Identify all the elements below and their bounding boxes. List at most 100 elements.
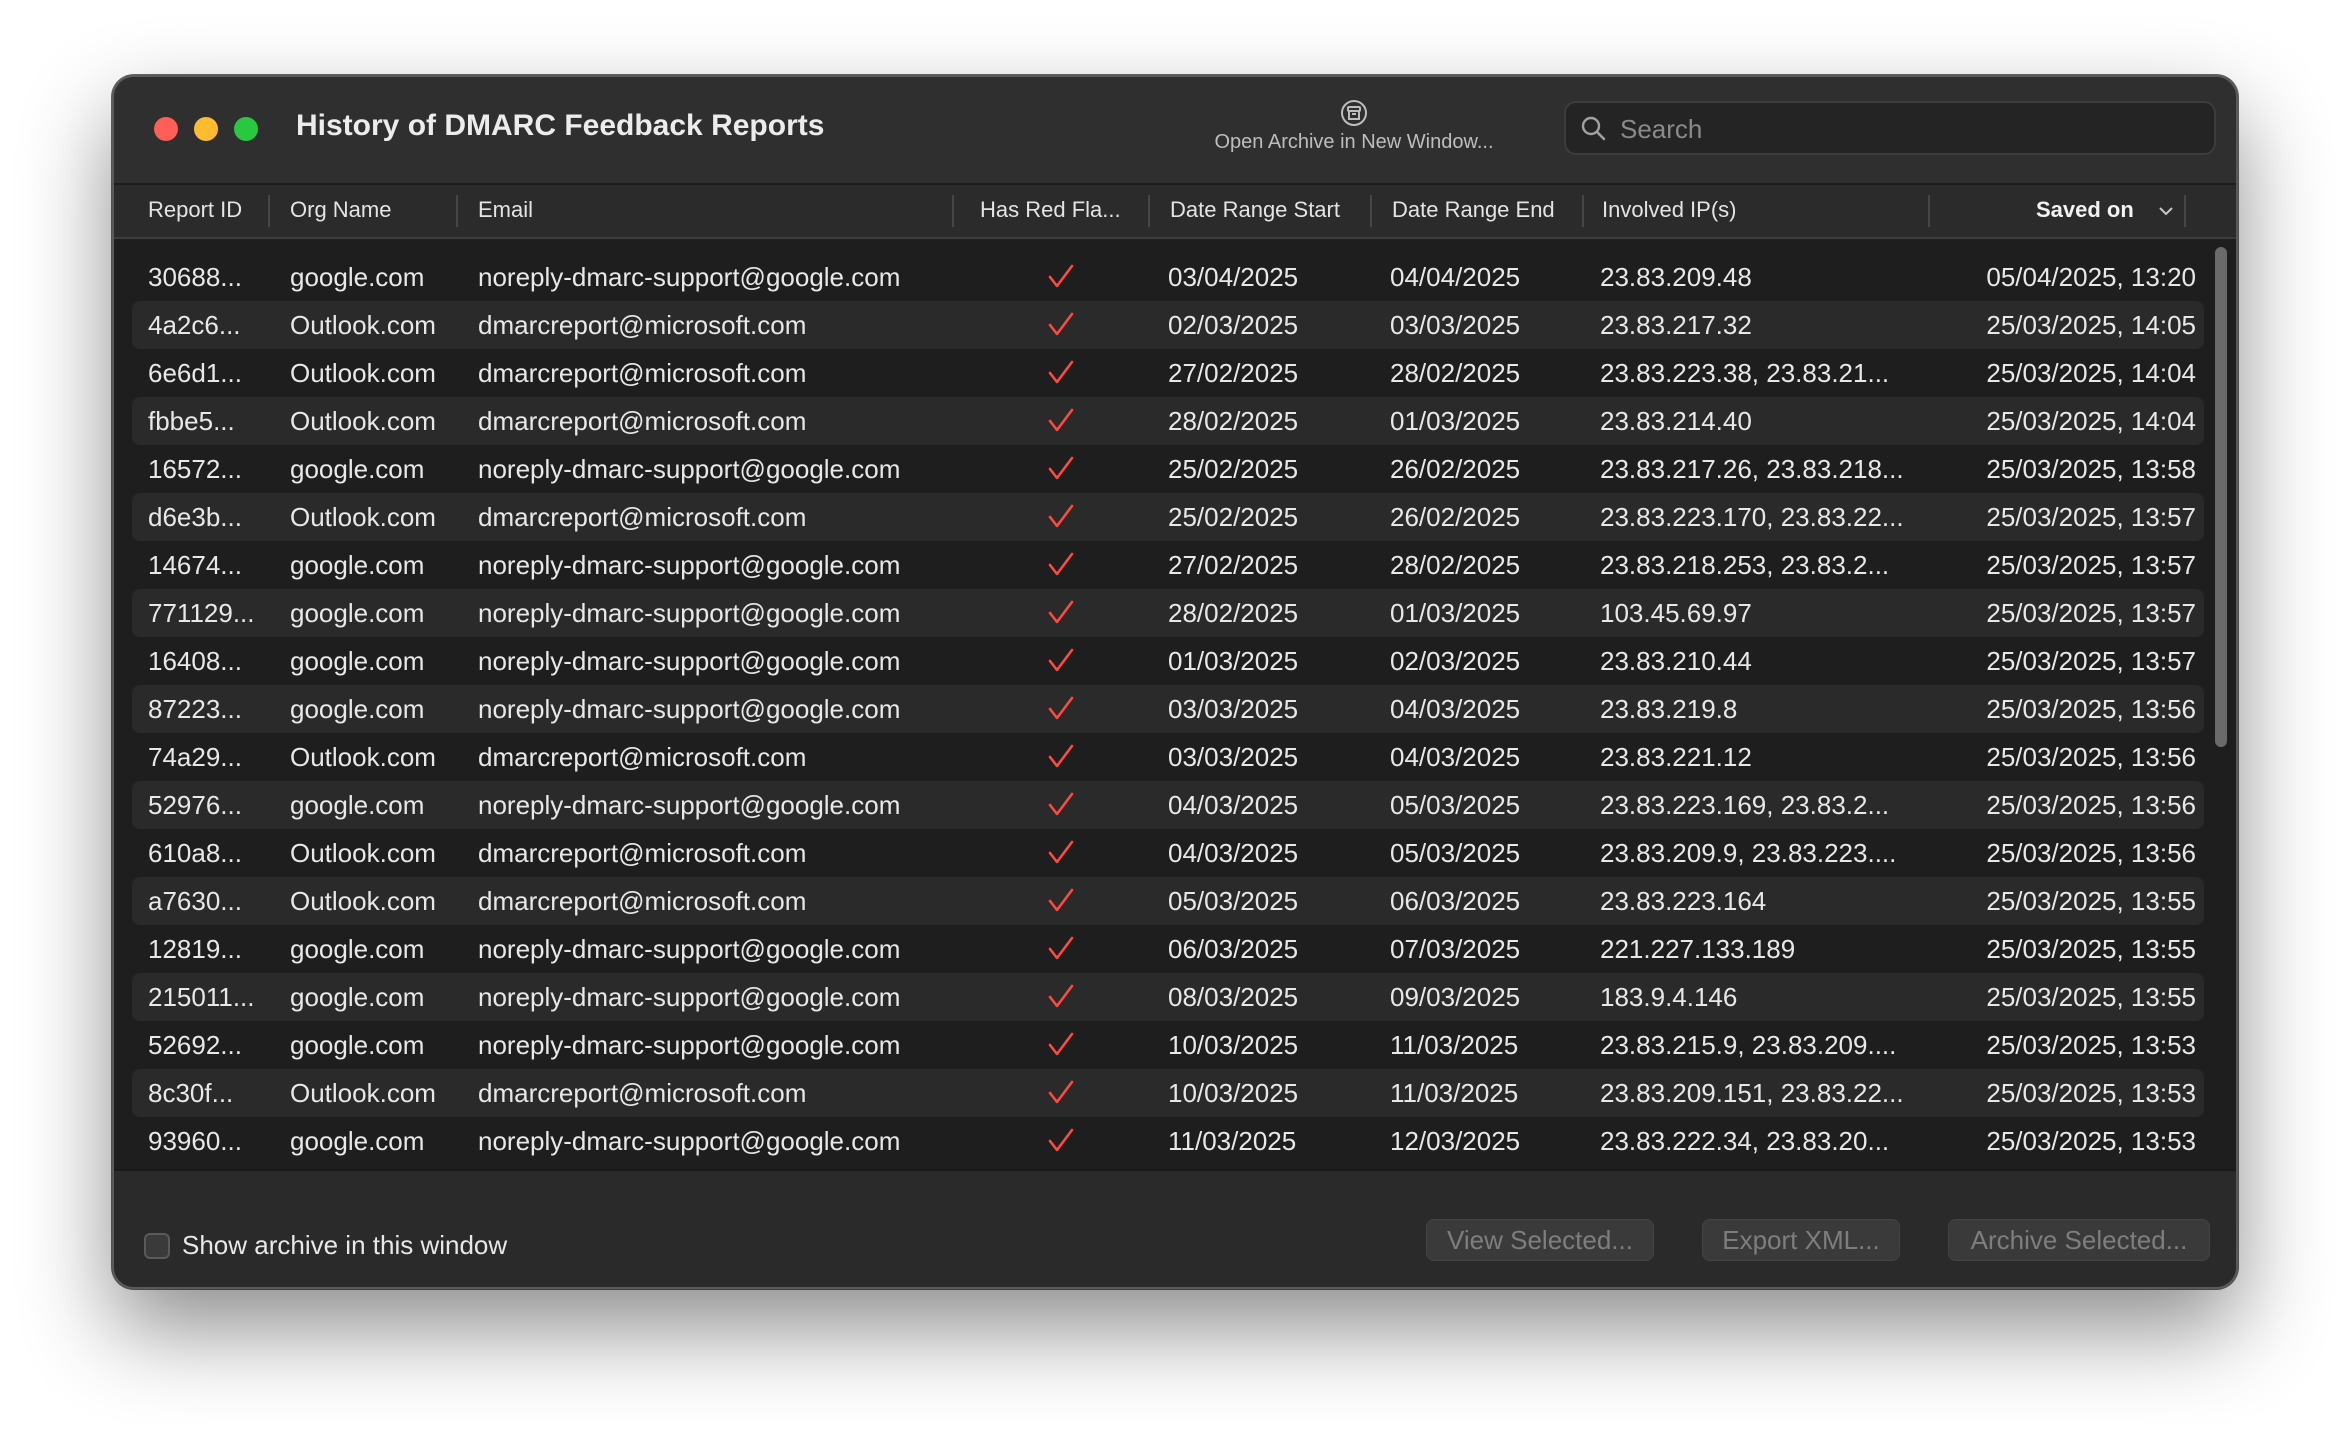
table-row[interactable]: 771129... google.com noreply-dmarc-support… <box>132 589 2204 637</box>
cell-report-id: 12819... <box>148 934 242 964</box>
search-input[interactable] <box>1618 109 2202 149</box>
table-row[interactable]: 215011... google.com noreply-dmarc-support… <box>132 973 2204 1021</box>
cell-saved-on: 05/04/2025, 13:20 <box>1986 262 2196 292</box>
chevron-down-icon[interactable] <box>2158 205 2174 217</box>
table-row[interactable]: 8c30f... Outlook.com dmarcreport@microsoft… <box>132 1069 2204 1117</box>
cell-date-range-start: 10/03/2025 <box>1168 1030 1299 1060</box>
scrollbar-thumb[interactable] <box>2215 247 2227 747</box>
title-bar: History of DMARC Feedback Reports Open A… <box>114 77 2236 185</box>
table-row[interactable]: 52692... google.com noreply-dmarc-support@… <box>132 1021 2204 1069</box>
search-field[interactable] <box>1564 101 2216 155</box>
table-row[interactable]: 30688... google.com noreply-dmarc-support@… <box>132 253 2204 301</box>
cell-date-range-start: 06/03/2025 <box>1168 934 1299 964</box>
table-row[interactable]: fbbe5... Outlook.com dmarcreport@microsoft… <box>132 397 2204 445</box>
column-divider[interactable] <box>1370 195 1372 227</box>
table-row[interactable]: 4a2c6... Outlook.com dmarcreport@microsoft… <box>132 301 2204 349</box>
table-row[interactable]: 12819... google.com noreply-dmarc-support@… <box>132 925 2204 973</box>
table-row[interactable]: 52976... google.com noreply-dmarc-support@… <box>132 781 2204 829</box>
cell-email: noreply-dmarc-support@google.com <box>478 790 901 820</box>
cell-date-range-end: 26/02/2025 <box>1390 502 1521 532</box>
cell-org-name: google.com <box>290 982 425 1012</box>
cell-org-name: google.com <box>290 694 425 724</box>
cell-saved-on: 25/03/2025, 13:56 <box>1986 694 2196 724</box>
table-row[interactable]: 14674... google.com noreply-dmarc-support@… <box>132 541 2204 589</box>
table-row[interactable]: d6e3b... Outlook.com dmarcreport@microsoft… <box>132 493 2204 541</box>
table-row[interactable]: 16408... google.com noreply-dmarc-support@… <box>132 637 2204 685</box>
minimize-window-button[interactable] <box>194 117 218 141</box>
cell-report-id: fbbe5... <box>148 406 235 436</box>
vertical-scrollbar[interactable] <box>2210 243 2232 1151</box>
cell-involved-ips: 103.45.69.97 <box>1600 598 1752 628</box>
table-row[interactable]: a7630... Outlook.com dmarcreport@microsoft… <box>132 877 2204 925</box>
cell-involved-ips: 23.83.222.34, 23.83.20... <box>1600 1126 1890 1156</box>
cell-involved-ips: 23.83.223.164 <box>1600 886 1767 916</box>
column-header-org-name[interactable]: Org Name <box>290 197 391 223</box>
cell-date-range-start: 08/03/2025 <box>1168 982 1299 1012</box>
cell-report-id: 16408... <box>148 646 242 676</box>
cell-involved-ips: 23.83.209.151, 23.83.22... <box>1600 1078 1904 1108</box>
column-divider[interactable] <box>1582 195 1584 227</box>
search-icon <box>1581 116 1606 141</box>
show-archive-checkbox[interactable] <box>144 1233 170 1259</box>
table-row[interactable]: 6e6d1... Outlook.com dmarcreport@microsoft… <box>132 349 2204 397</box>
cell-org-name: google.com <box>290 454 425 484</box>
cell-email: dmarcreport@microsoft.com <box>478 1078 807 1108</box>
open-archive-button[interactable]: Open Archive in New Window... <box>1174 99 1534 154</box>
export-xml-button[interactable]: Export XML... <box>1702 1219 1900 1261</box>
cell-saved-on: 25/03/2025, 13:57 <box>1986 550 2196 580</box>
cell-report-id: 610a8... <box>148 838 242 868</box>
cell-saved-on: 25/03/2025, 13:53 <box>1986 1030 2196 1060</box>
column-divider[interactable] <box>2184 195 2186 227</box>
column-divider[interactable] <box>456 195 458 227</box>
cell-org-name: Outlook.com <box>290 406 436 436</box>
cell-saved-on: 25/03/2025, 13:56 <box>1986 742 2196 772</box>
column-divider[interactable] <box>952 195 954 227</box>
footer-bar: Show archive in this window View Selecte… <box>114 1169 2236 1287</box>
cell-date-range-end: 05/03/2025 <box>1390 790 1521 820</box>
cell-date-range-start: 03/03/2025 <box>1168 742 1299 772</box>
cell-date-range-start: 02/03/2025 <box>1168 310 1299 340</box>
cell-org-name: Outlook.com <box>290 502 436 532</box>
checkmark-icon <box>1048 504 1074 528</box>
column-header-involved-ips[interactable]: Involved IP(s) <box>1602 197 1737 223</box>
zoom-window-button[interactable] <box>234 117 258 141</box>
cell-org-name: Outlook.com <box>290 310 436 340</box>
column-divider[interactable] <box>1928 195 1930 227</box>
column-divider[interactable] <box>1148 195 1150 227</box>
cell-date-range-start: 10/03/2025 <box>1168 1078 1299 1108</box>
cell-date-range-start: 28/02/2025 <box>1168 598 1299 628</box>
cell-report-id: 8c30f... <box>148 1078 234 1108</box>
archive-selected-button[interactable]: Archive Selected... <box>1948 1219 2210 1261</box>
cell-date-range-start: 03/04/2025 <box>1168 262 1299 292</box>
table-row[interactable]: 87223... google.com noreply-dmarc-support@… <box>132 685 2204 733</box>
cell-involved-ips: 23.83.217.26, 23.83.218... <box>1600 454 1904 484</box>
column-header-report-id[interactable]: Report ID <box>148 197 242 223</box>
column-header-date-range-end[interactable]: Date Range End <box>1392 197 1555 223</box>
column-header-email[interactable]: Email <box>478 197 533 223</box>
cell-email: noreply-dmarc-support@google.com <box>478 1030 901 1060</box>
cell-report-id: 4a2c6... <box>148 310 241 340</box>
reports-table: Report ID Org Name Email Has Red Fla... … <box>114 185 2236 1169</box>
table-row[interactable]: 93960... google.com noreply-dmarc-support@… <box>132 1117 2204 1165</box>
cell-email: noreply-dmarc-support@google.com <box>478 646 901 676</box>
table-row[interactable]: 74a29... Outlook.com dmarcreport@microsoft… <box>132 733 2204 781</box>
cell-involved-ips: 23.83.223.170, 23.83.22... <box>1600 502 1904 532</box>
cell-report-id: 30688... <box>148 262 242 292</box>
close-window-button[interactable] <box>154 117 178 141</box>
column-header-date-range-start[interactable]: Date Range Start <box>1170 197 1340 223</box>
checkmark-icon <box>1048 792 1074 816</box>
column-divider[interactable] <box>268 195 270 227</box>
cell-saved-on: 25/03/2025, 13:53 <box>1986 1126 2196 1156</box>
column-header-saved-on[interactable]: Saved on <box>2036 197 2134 223</box>
cell-saved-on: 25/03/2025, 13:57 <box>1986 646 2196 676</box>
checkmark-icon <box>1048 888 1074 912</box>
table-row[interactable]: 610a8... Outlook.com dmarcreport@microsoft… <box>132 829 2204 877</box>
column-header-has-red-flag[interactable]: Has Red Fla... <box>980 197 1121 223</box>
cell-involved-ips: 221.227.133.189 <box>1600 934 1796 964</box>
view-selected-button[interactable]: View Selected... <box>1426 1219 1654 1261</box>
table-row[interactable]: 16572... google.com noreply-dmarc-support@… <box>132 445 2204 493</box>
checkmark-icon <box>1048 648 1074 672</box>
cell-report-id: 6e6d1... <box>148 358 242 388</box>
cell-involved-ips: 23.83.215.9, 23.83.209.... <box>1600 1030 1897 1060</box>
cell-involved-ips: 23.83.223.169, 23.83.2... <box>1600 790 1890 820</box>
